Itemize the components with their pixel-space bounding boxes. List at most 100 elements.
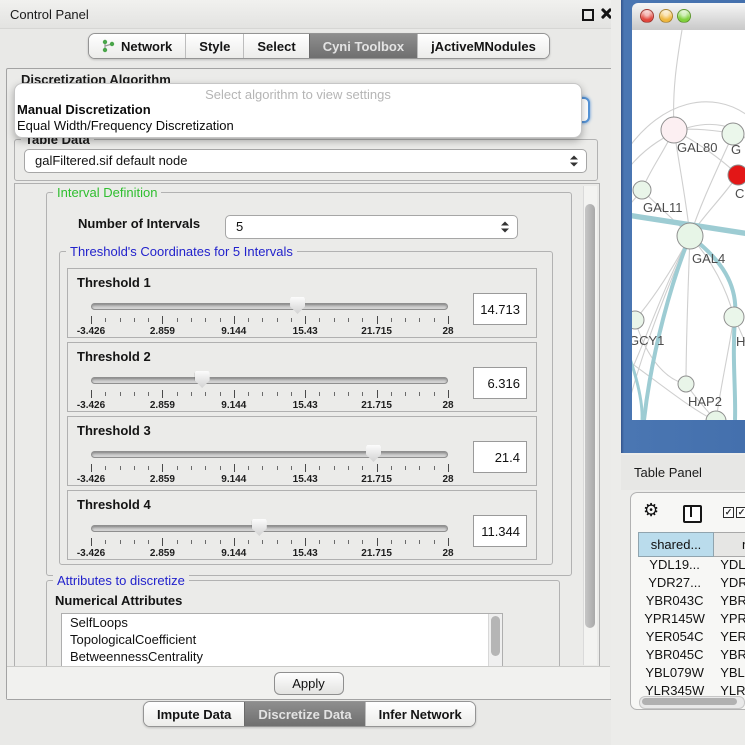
table-cell: YDR2 xyxy=(711,575,745,593)
tick-mark xyxy=(91,538,92,546)
column-layout-icon[interactable] xyxy=(683,505,702,523)
tick-label: -3.426 xyxy=(77,326,105,337)
attribute-list-item[interactable]: SelfLoops xyxy=(62,614,502,631)
network-node-hap2[interactable] xyxy=(678,376,694,392)
tab-jactivemnodules[interactable]: jActiveMNodules xyxy=(417,34,549,58)
tab-network[interactable]: Network xyxy=(89,34,185,58)
tab-select[interactable]: Select xyxy=(243,34,308,58)
mac-zoom-button[interactable] xyxy=(677,9,691,23)
tick-mark xyxy=(362,318,363,322)
tick-mark xyxy=(134,392,135,396)
tick-mark xyxy=(248,466,249,470)
table-cell: YBR043C xyxy=(638,593,711,611)
slider-tick-labels: -3.4262.8599.14415.4321.71528 xyxy=(91,548,448,559)
number-of-intervals-combobox[interactable]: 5 xyxy=(225,215,518,239)
tick-mark xyxy=(291,466,292,470)
node-label: GAL80 xyxy=(677,140,717,155)
threshold-value-field[interactable]: 6.316 xyxy=(473,367,527,399)
threshold-slider[interactable]: -3.4262.8599.14415.4321.71528 xyxy=(91,445,448,483)
network-node-h[interactable] xyxy=(724,307,744,327)
slider-track[interactable] xyxy=(91,525,448,532)
table-row[interactable]: YBR045CYBR0 xyxy=(638,647,745,665)
checkbox-icon[interactable]: ✓ xyxy=(723,507,734,518)
mac-minimize-button[interactable] xyxy=(659,9,673,23)
dropdown-option[interactable]: Equal Width/Frequency Discretization xyxy=(17,118,234,133)
tick-mark xyxy=(148,392,149,396)
threshold-slider[interactable]: -3.4262.8599.14415.4321.71528 xyxy=(91,297,448,335)
threshold-slider[interactable]: -3.4262.8599.14415.4321.71528 xyxy=(91,371,448,409)
tick-mark xyxy=(234,390,235,398)
network-canvas[interactable]: GAL80GCGAL11GAL4GCY1HHAP2 xyxy=(632,30,745,420)
slider-track[interactable] xyxy=(91,451,448,458)
column-header-n[interactable]: n xyxy=(714,532,745,557)
apply-button[interactable]: Apply xyxy=(274,672,344,695)
attributes-scrollbar[interactable] xyxy=(488,614,502,668)
slider-ticks xyxy=(91,538,448,547)
tick-mark xyxy=(277,318,278,322)
table-data-selected-value: galFiltered.sif default node xyxy=(35,153,187,168)
network-node-gal11[interactable] xyxy=(633,181,651,199)
network-window-titlebar[interactable] xyxy=(632,3,745,31)
checkbox-icon[interactable]: ✓ xyxy=(736,507,745,518)
threshold-slider[interactable]: -3.4262.8599.14415.4321.71528 xyxy=(91,519,448,557)
tab-impute-data[interactable]: Impute Data xyxy=(144,702,244,726)
scrollbar-thumb[interactable] xyxy=(642,698,737,705)
slider-thumb[interactable] xyxy=(366,445,381,462)
table-cell: YLR345W xyxy=(638,683,711,695)
settings-vertical-scrollbar[interactable] xyxy=(583,186,597,665)
tick-mark xyxy=(405,392,406,396)
slider-thumb[interactable] xyxy=(290,297,305,314)
tick-mark xyxy=(205,318,206,322)
node-label: GAL4 xyxy=(692,251,725,266)
table-row[interactable]: YBL079WYBL0 xyxy=(638,665,745,683)
slider-thumb[interactable] xyxy=(195,371,210,388)
table-row[interactable]: YBR043CYBR0 xyxy=(638,593,745,611)
tab-infer-network[interactable]: Infer Network xyxy=(365,702,475,726)
attribute-list-item[interactable]: TopologicalCoefficient xyxy=(62,631,502,648)
threshold-label: Threshold 4 xyxy=(77,497,151,512)
gear-icon[interactable]: ⚙ xyxy=(643,501,659,519)
numerical-attributes-list[interactable]: SelfLoopsTopologicalCoefficientBetweenne… xyxy=(61,613,503,668)
scrollbar-thumb[interactable] xyxy=(585,204,595,628)
dropdown-option[interactable]: Manual Discretization xyxy=(17,102,151,117)
tick-mark xyxy=(419,540,420,544)
tick-mark xyxy=(391,466,392,470)
slider-thumb[interactable] xyxy=(252,519,267,536)
tab-discretize-data[interactable]: Discretize Data xyxy=(244,702,364,726)
column-header-shared[interactable]: shared... xyxy=(638,532,714,557)
slider-track[interactable] xyxy=(91,377,448,384)
thresholds-group: Threshold's Coordinates for 5 Intervals … xyxy=(59,251,553,565)
table-data-combobox[interactable]: galFiltered.sif default node xyxy=(24,149,587,173)
tick-mark xyxy=(448,464,449,472)
stepper-arrows-icon xyxy=(570,155,578,168)
threshold-value-field[interactable]: 11.344 xyxy=(473,515,527,547)
mac-close-button[interactable] xyxy=(640,9,654,23)
table-row[interactable]: YER054CYER0 xyxy=(638,629,745,647)
network-node-c[interactable] xyxy=(728,165,745,185)
table-cell: YER0 xyxy=(711,629,745,647)
tick-label: 2.859 xyxy=(150,548,175,559)
slider-track[interactable] xyxy=(91,303,448,310)
attribute-items: SelfLoopsTopologicalCoefficientBetweenne… xyxy=(62,614,502,665)
tick-mark xyxy=(220,466,221,470)
table-row[interactable]: YDL19...YDL1 xyxy=(638,557,745,575)
float-window-icon[interactable] xyxy=(582,9,594,21)
tick-mark xyxy=(434,540,435,544)
table-row[interactable]: YDR27...YDR2 xyxy=(638,575,745,593)
threshold-value-field[interactable]: 14.713 xyxy=(473,293,527,325)
attribute-list-item[interactable]: BetweennessCentrality xyxy=(62,648,502,665)
scrollbar-thumb[interactable] xyxy=(491,616,500,656)
attributes-group: Attributes to discretize Numerical Attri… xyxy=(46,580,560,668)
table-row[interactable]: YPR145WYPR1 xyxy=(638,611,745,629)
threshold-value-field[interactable]: 21.4 xyxy=(473,441,527,473)
top-tab-bar: NetworkStyleSelectCyni ToolboxjActiveMNo… xyxy=(88,33,550,59)
tab-label: Discretize Data xyxy=(258,707,351,722)
table-row[interactable]: YLR345WYLR3 xyxy=(638,683,745,695)
table-horizontal-scrollbar[interactable] xyxy=(639,696,745,709)
tab-style[interactable]: Style xyxy=(185,34,243,58)
network-node-gal4[interactable] xyxy=(677,223,703,249)
network-node-gcy1[interactable] xyxy=(632,311,644,329)
tick-mark xyxy=(234,464,235,472)
tick-mark xyxy=(105,392,106,396)
tab-cyni-toolbox[interactable]: Cyni Toolbox xyxy=(309,34,417,58)
